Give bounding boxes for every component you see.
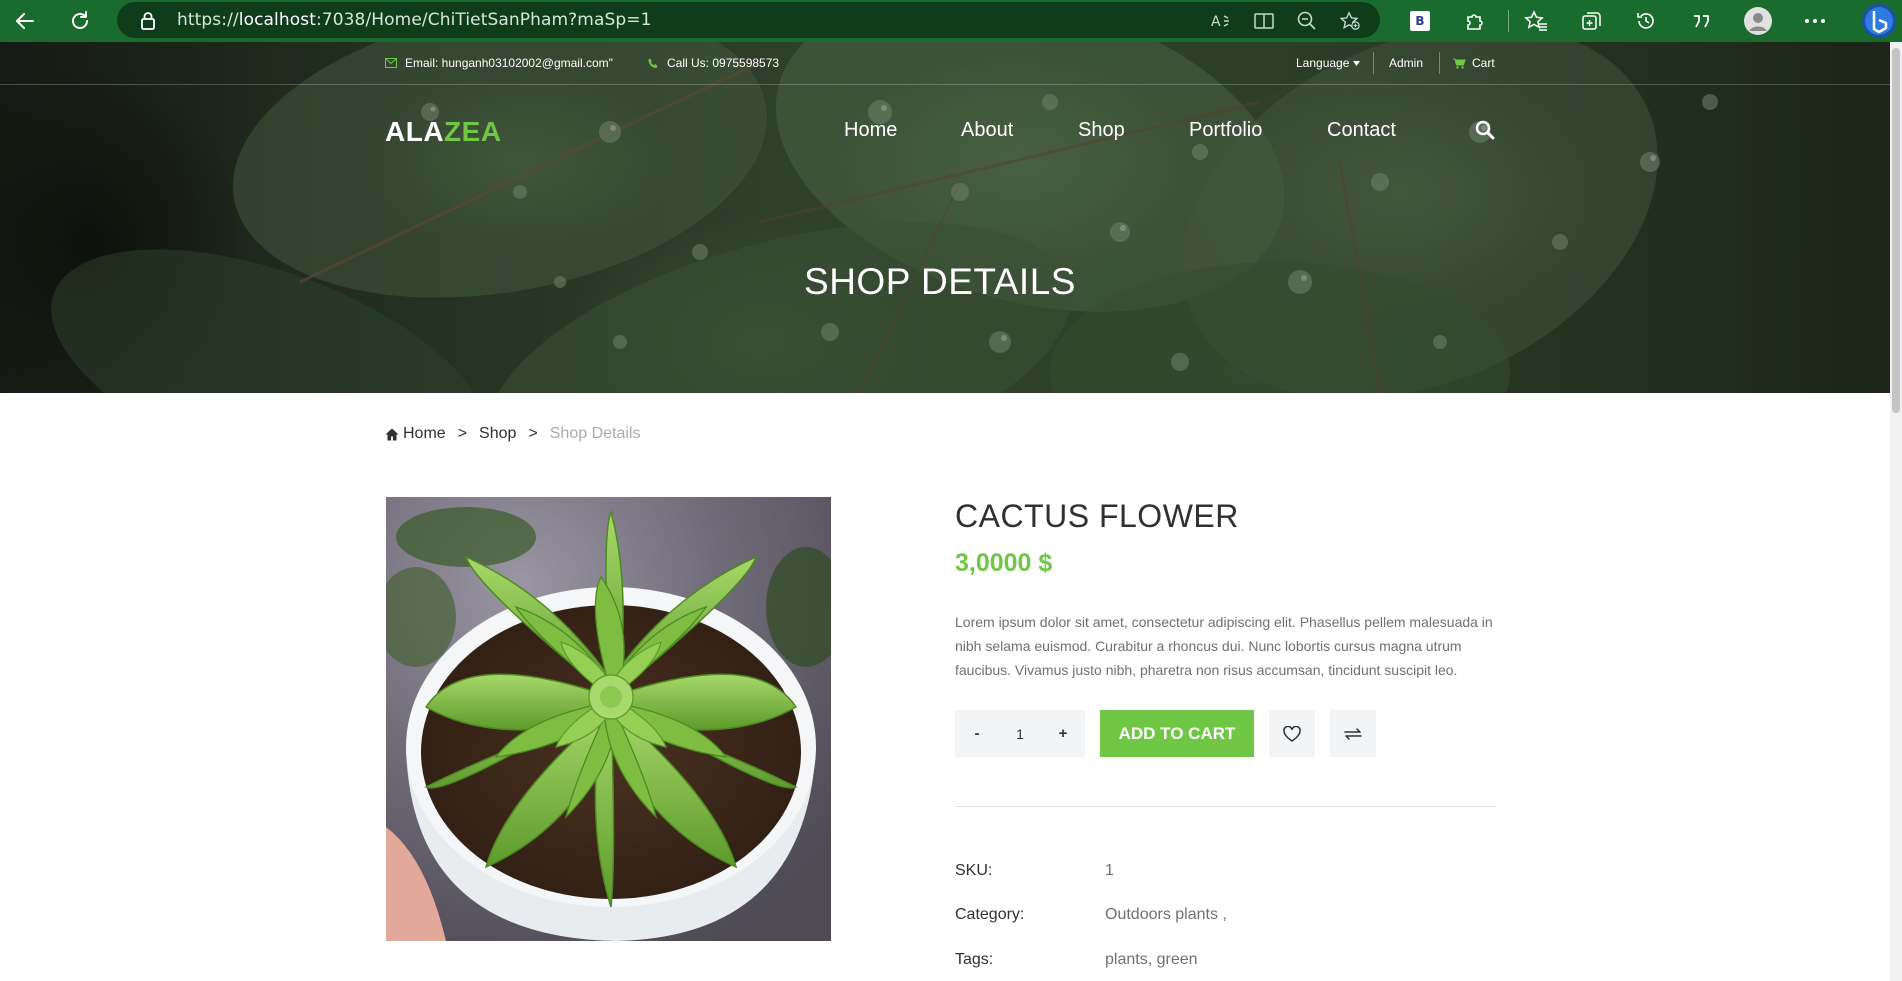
- top-info-bar: Email: hunganh03102002@gmail.com" Call U…: [0, 42, 1890, 85]
- favorites-icon[interactable]: [1521, 6, 1551, 36]
- product-image: [386, 497, 831, 941]
- page-scrollbar[interactable]: [1890, 42, 1902, 981]
- nav-shop[interactable]: Shop: [1078, 119, 1125, 142]
- breadcrumb-separator: >: [528, 425, 538, 442]
- site-logo[interactable]: ALAZEA: [385, 116, 502, 148]
- tags-value[interactable]: plants, green: [1105, 951, 1198, 969]
- toolbar-divider: [1508, 10, 1509, 32]
- language-dropdown[interactable]: Language: [1296, 56, 1361, 70]
- quantity-input[interactable]: 1: [995, 710, 1045, 757]
- cart-icon: [1453, 58, 1466, 69]
- topbar-divider: [1373, 52, 1374, 74]
- lock-icon: [139, 11, 157, 36]
- logo-text-green: ZEA: [444, 116, 502, 147]
- product-price: 3,0000 $: [955, 549, 1053, 577]
- quantity-stepper: - 1 +: [955, 710, 1085, 757]
- quantity-increase-button[interactable]: +: [1045, 710, 1081, 757]
- url-text: https://localhost:7038/Home/ChiTietSanPh…: [177, 10, 652, 30]
- caret-down-icon: [1353, 60, 1361, 66]
- cart-label: Cart: [1472, 56, 1495, 70]
- zoom-out-icon[interactable]: [1296, 10, 1318, 32]
- reload-icon: [72, 11, 88, 29]
- immersive-reader-icon[interactable]: [1253, 10, 1275, 32]
- history-icon[interactable]: [1631, 6, 1661, 36]
- back-button[interactable]: [8, 4, 42, 38]
- breadcrumb-home[interactable]: Home: [403, 425, 446, 443]
- product-description: Lorem ipsum dolor sit amet, consectetur …: [955, 614, 1493, 678]
- phone-text: Call Us: 0975598573: [667, 56, 780, 70]
- page-title: SHOP DETAILS: [804, 261, 1076, 302]
- divider: [955, 806, 1496, 807]
- quantity-decrease-button[interactable]: -: [959, 710, 995, 757]
- collections-icon[interactable]: [1576, 6, 1606, 36]
- email-contact[interactable]: Email: hunganh03102002@gmail.com": [385, 56, 613, 70]
- breadcrumb-shop[interactable]: Shop: [479, 425, 516, 443]
- sku-value: 1: [1105, 862, 1114, 879]
- admin-link[interactable]: Admin: [1389, 56, 1423, 70]
- cart-link[interactable]: Cart: [1453, 56, 1495, 70]
- reload-button[interactable]: [63, 4, 97, 38]
- breadcrumb-current: Shop Details: [549, 425, 641, 442]
- extensions-puzzle-icon[interactable]: [1460, 6, 1490, 36]
- tags-label: Tags:: [955, 951, 994, 968]
- browser-toolbar: https://localhost:7038/Home/ChiTietSanPh…: [0, 0, 1902, 42]
- category-value[interactable]: Outdoors plants ,: [1105, 906, 1227, 924]
- succulent-illustration: [386, 497, 831, 941]
- email-text: Email: hunganh03102002@gmail.com": [405, 56, 613, 70]
- nav-about[interactable]: About: [961, 119, 1013, 142]
- scrollbar-thumb[interactable]: [1892, 48, 1900, 413]
- product-title: CACTUS FLOWER: [955, 498, 1239, 534]
- add-to-cart-button[interactable]: ADD TO CART: [1100, 710, 1254, 757]
- read-aloud-icon[interactable]: A: [1210, 10, 1232, 32]
- search-icon[interactable]: [1475, 120, 1495, 145]
- profile-avatar-icon[interactable]: [1743, 6, 1773, 36]
- category-label: Category:: [955, 906, 1025, 923]
- breadcrumb-separator: >: [457, 425, 468, 442]
- more-options-icon[interactable]: [1800, 6, 1830, 36]
- nav-home[interactable]: Home: [844, 119, 897, 142]
- bing-copilot-icon[interactable]: [1860, 2, 1898, 40]
- home-icon: [385, 428, 399, 440]
- address-bar[interactable]: https://localhost:7038/Home/ChiTietSanPh…: [117, 2, 1380, 38]
- breadcrumb: Home > Shop > Shop Details: [385, 425, 640, 443]
- sku-label: SKU:: [955, 862, 993, 879]
- heart-icon: [1283, 725, 1301, 742]
- compare-button[interactable]: [1330, 710, 1376, 757]
- logo-text-white: ALA: [385, 116, 445, 147]
- phone-contact[interactable]: Call Us: 0975598573: [648, 56, 779, 70]
- extension-badge: B: [1410, 11, 1430, 31]
- nav-contact[interactable]: Contact: [1327, 119, 1396, 142]
- phone-icon: [648, 58, 658, 68]
- topbar-divider: [1439, 52, 1440, 74]
- back-arrow-icon: [16, 13, 34, 29]
- nav-portfolio[interactable]: Portfolio: [1189, 119, 1262, 142]
- svg-text:A: A: [1211, 14, 1221, 30]
- extension-b-icon[interactable]: B: [1405, 6, 1435, 36]
- quote-icon[interactable]: [1686, 6, 1716, 36]
- language-label: Language: [1296, 56, 1350, 70]
- admin-label: Admin: [1389, 56, 1424, 70]
- hero-banner: Email: hunganh03102002@gmail.com" Call U…: [0, 42, 1890, 393]
- add-favorite-icon[interactable]: [1339, 10, 1361, 32]
- wishlist-button[interactable]: [1269, 710, 1315, 757]
- hero-overlay: [0, 42, 1890, 393]
- compare-arrows-icon: [1344, 727, 1362, 740]
- envelope-icon: [385, 58, 397, 68]
